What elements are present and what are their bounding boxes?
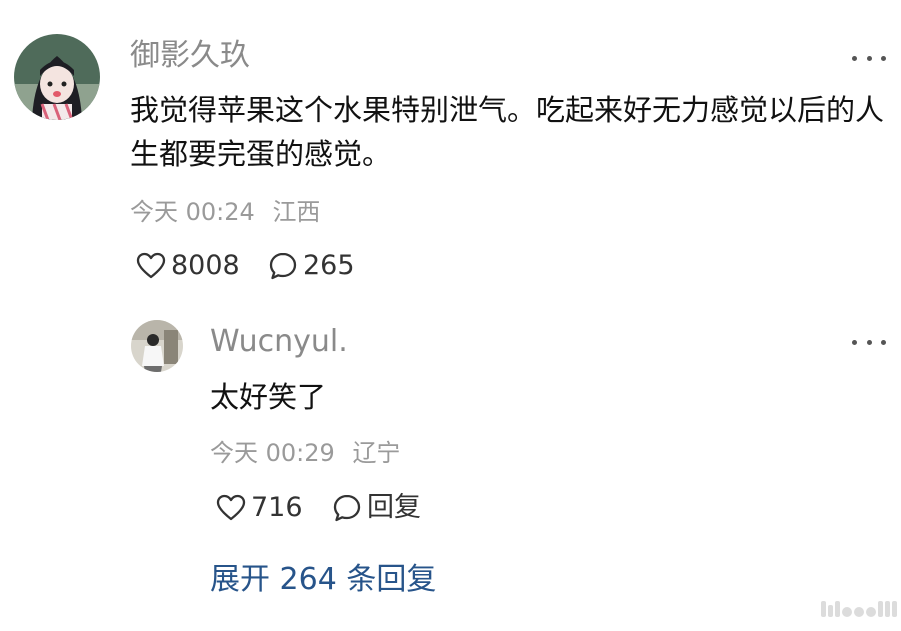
comment-time: 今天 00:24 (130, 198, 255, 226)
more-horizontal-icon (852, 55, 857, 61)
comment-bubble-icon (333, 494, 361, 522)
comment-text: 我觉得苹果这个水果特别泄气。吃起来好无力感觉以后的人生都要完蛋的感觉。 (130, 93, 885, 171)
comment-reply-button[interactable]: 265 (268, 251, 355, 281)
replier-avatar[interactable] (131, 320, 183, 372)
comment-meta: 今天 00:24 江西 (130, 197, 320, 227)
commenter-avatar[interactable] (14, 34, 100, 120)
comment-like-button[interactable]: 8008 (136, 251, 240, 281)
reply-reply-label: 回复 (367, 492, 421, 523)
reply-reply-button[interactable]: 回复 (332, 493, 421, 523)
heart-icon (216, 494, 246, 521)
watermark (821, 601, 897, 617)
replier-username[interactable]: Wucnyul. (210, 324, 348, 360)
comment-reply-count: 265 (303, 250, 355, 281)
commenter-username[interactable]: 御影久玖 (130, 38, 250, 74)
comment-bubble-icon (269, 252, 297, 280)
reply-more-button[interactable] (852, 337, 886, 347)
comment-location: 江西 (272, 198, 321, 226)
more-horizontal-icon (852, 339, 857, 345)
heart-icon (136, 252, 166, 279)
reply-like-button[interactable]: 716 (216, 493, 303, 523)
reply-time: 今天 00:29 (210, 439, 335, 467)
reply-location: 辽宁 (352, 439, 401, 467)
reply-meta: 今天 00:29 辽宁 (210, 438, 400, 468)
comment-like-count: 8008 (171, 250, 240, 281)
reply-text: 太好笑了 (210, 380, 327, 414)
reply-like-count: 716 (251, 492, 303, 523)
expand-replies-link[interactable]: 展开 264 条回复 (210, 562, 436, 598)
comment-more-button[interactable] (852, 53, 886, 63)
